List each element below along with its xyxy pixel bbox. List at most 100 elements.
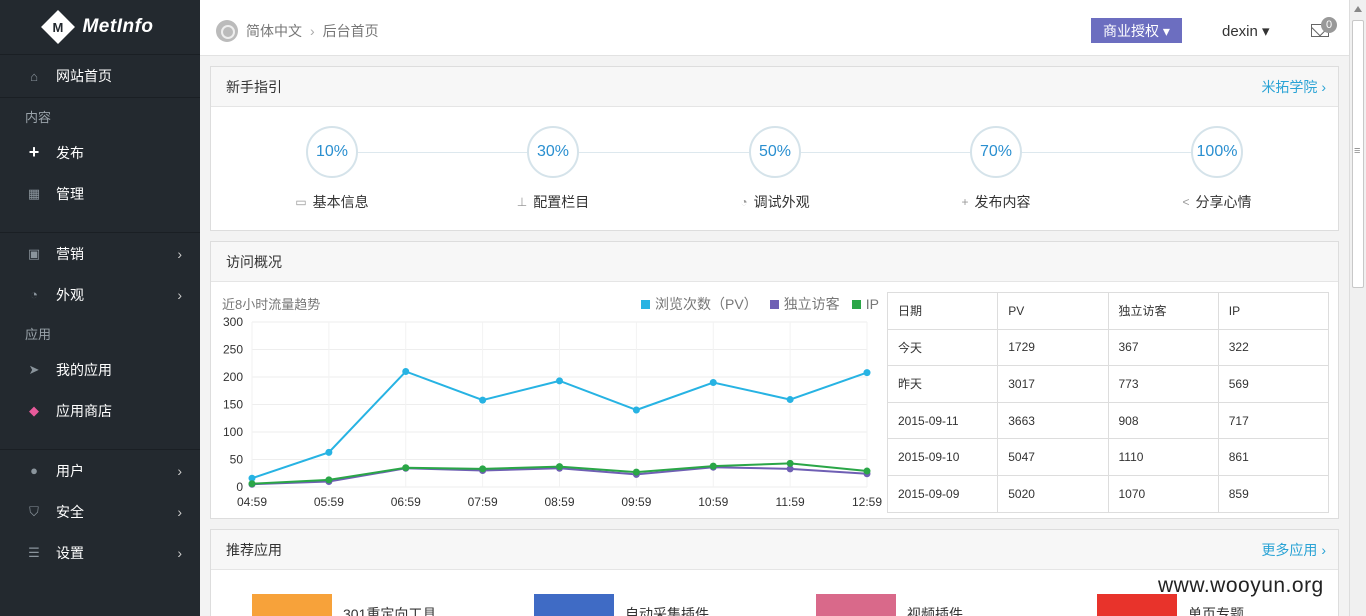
step-percent: 30% [527,126,579,178]
column-header: 独立访客 [1107,292,1219,330]
app-card[interactable]: 视频插件 [816,594,963,616]
sitemap-icon: ⊥ [516,195,528,209]
recommended-apps-panel: 推荐应用 更多应用 › 301重定向工具 自动采集插件 视频插件 单页专题 [210,529,1339,616]
scroll-up-arrow-icon[interactable] [1354,6,1362,12]
data-point [556,463,563,471]
table-cell: 773 [1107,365,1219,403]
sidebar-item-marketing[interactable]: ▣ 营销 › [0,233,200,274]
step-percent: 70% [970,126,1022,178]
sidebar-item-app-store[interactable]: ◆ 应用商店 [0,390,200,431]
scroll-thumb[interactable] [1352,20,1364,288]
step-label: 基本信息 [312,194,369,210]
x-tick-label: 05:59 [314,495,344,509]
breadcrumb-language[interactable]: 简体中文 [246,21,302,41]
license-button[interactable]: 商业授权 ▾ [1091,18,1182,43]
table-cell: 1110 [1107,438,1219,476]
money-icon: ▣ [27,245,41,261]
table-cell: 1729 [997,328,1109,367]
table-cell: 367 [1107,328,1219,367]
app-card[interactable]: 自动采集插件 [534,594,709,616]
data-point [402,464,410,472]
app-card[interactable]: 301重定向工具 [252,594,436,616]
id-card-icon: ▭ [295,195,307,209]
table-cell: 2015-09-10 [886,438,999,476]
table-cell: 569 [1217,365,1330,403]
legend-item[interactable]: 浏览次数（PV） [641,294,758,314]
cube-icon: ◆ [29,402,39,418]
metinfo-logo[interactable]: M MetInfo [0,0,200,55]
legend-swatch [641,299,650,309]
share-icon: < [1182,195,1190,209]
sidebar-item-label: 安全 [56,503,84,520]
data-point [632,468,640,476]
table-cell: 859 [1217,474,1330,513]
x-tick-label: 10:59 [698,495,728,509]
sidebar-item-label: 营销 [56,245,84,262]
step-percent: 100% [1191,126,1243,178]
table-cell: 昨天 [886,365,999,403]
data-point [863,369,871,377]
chevron-right-icon: › [177,544,182,561]
dashboard-icon: ◔ [740,195,748,209]
sidebar-item-label: 网站首页 [56,68,112,84]
guide-step[interactable]: 30% ⊥ 配置栏目 [473,126,633,212]
legend-swatch [769,299,779,309]
page-scrollbar[interactable] [1349,0,1366,616]
x-tick-label: 04:59 [237,495,267,509]
app-thumbnail [534,594,614,616]
academy-link[interactable]: 米拓学院 › [1261,77,1326,97]
sidebar-item-label: 管理 [56,185,84,202]
table-cell: 861 [1217,438,1330,476]
step-label: 分享心情 [1195,194,1252,210]
sidebar-item-appearance[interactable]: ◔ 外观 › [0,274,200,315]
guide-panel: 新手指引 米拓学院 › 10% ▭ 基本信息 30% ⊥ 配置栏目 50% ◔ 调试外… [210,66,1339,231]
sliders-icon: ☰ [28,544,40,560]
legend-item[interactable]: IP [851,294,879,314]
sidebar-item-my-apps[interactable]: ➤ 我的应用 [0,349,200,390]
user-menu[interactable]: dexin ▾ [1222,22,1270,40]
table-header-row: 日期 PV 独立访客 IP [886,292,1330,330]
table-row: 昨天 3017 773 569 [886,365,1330,403]
table-cell: 2015-09-09 [886,474,999,513]
data-point [479,465,487,473]
sidebar-item-home[interactable]: ⌂ 网站首页 [0,55,200,97]
sidebar-item-label: 设置 [56,544,84,561]
app-thumbnail [816,594,896,616]
chevron-right-icon: › [177,286,182,303]
table-cell: 5047 [997,438,1109,476]
x-tick-label: 08:59 [544,495,574,509]
group-title-content: 内容 [25,110,52,125]
y-tick-label: 300 [223,315,243,329]
legend-item[interactable]: 独立访客 [769,294,840,314]
sidebar-item-label: 发布 [56,144,84,161]
panel-header: 新手指引 米拓学院 › [211,67,1338,107]
guide-step[interactable]: 70% + 发布内容 [916,126,1076,212]
data-point [786,396,794,404]
guide-step[interactable]: 50% ◔ 调试外观 [695,126,855,212]
group-title-apps: 应用 [25,327,52,342]
paper-plane-icon: ➤ [28,361,40,377]
data-point [632,406,640,414]
user-icon: ● [30,463,38,478]
y-tick-label: 150 [223,398,243,412]
globe-icon [216,20,238,42]
logo-mark-icon: M [41,10,76,44]
guide-step[interactable]: 10% ▭ 基本信息 [252,126,412,212]
guide-step[interactable]: 100% < 分享心情 [1137,126,1297,212]
step-label: 调试外观 [753,194,810,210]
legend-label: 浏览次数（PV） [655,296,758,312]
x-tick-label: 06:59 [391,495,421,509]
column-header: 日期 [886,292,999,330]
more-apps-link[interactable]: 更多应用 › [1261,540,1326,560]
home-icon: ⌂ [30,68,38,84]
sidebar-item-security[interactable]: ⛉ 安全 › [0,491,200,532]
sidebar-item-users[interactable]: ● 用户 › [0,450,200,491]
sidebar-item-label: 外观 [56,286,84,303]
chevron-right-icon: › [177,245,182,262]
x-tick-label: 07:59 [468,495,498,509]
sidebar-item-publish[interactable]: + 发布 [0,132,200,173]
sidebar-item-settings[interactable]: ☰ 设置 › [0,532,200,573]
y-tick-label: 200 [223,370,243,384]
x-tick-label: 12:59 [852,495,882,509]
sidebar-item-manage[interactable]: ▦ 管理 [0,173,200,214]
